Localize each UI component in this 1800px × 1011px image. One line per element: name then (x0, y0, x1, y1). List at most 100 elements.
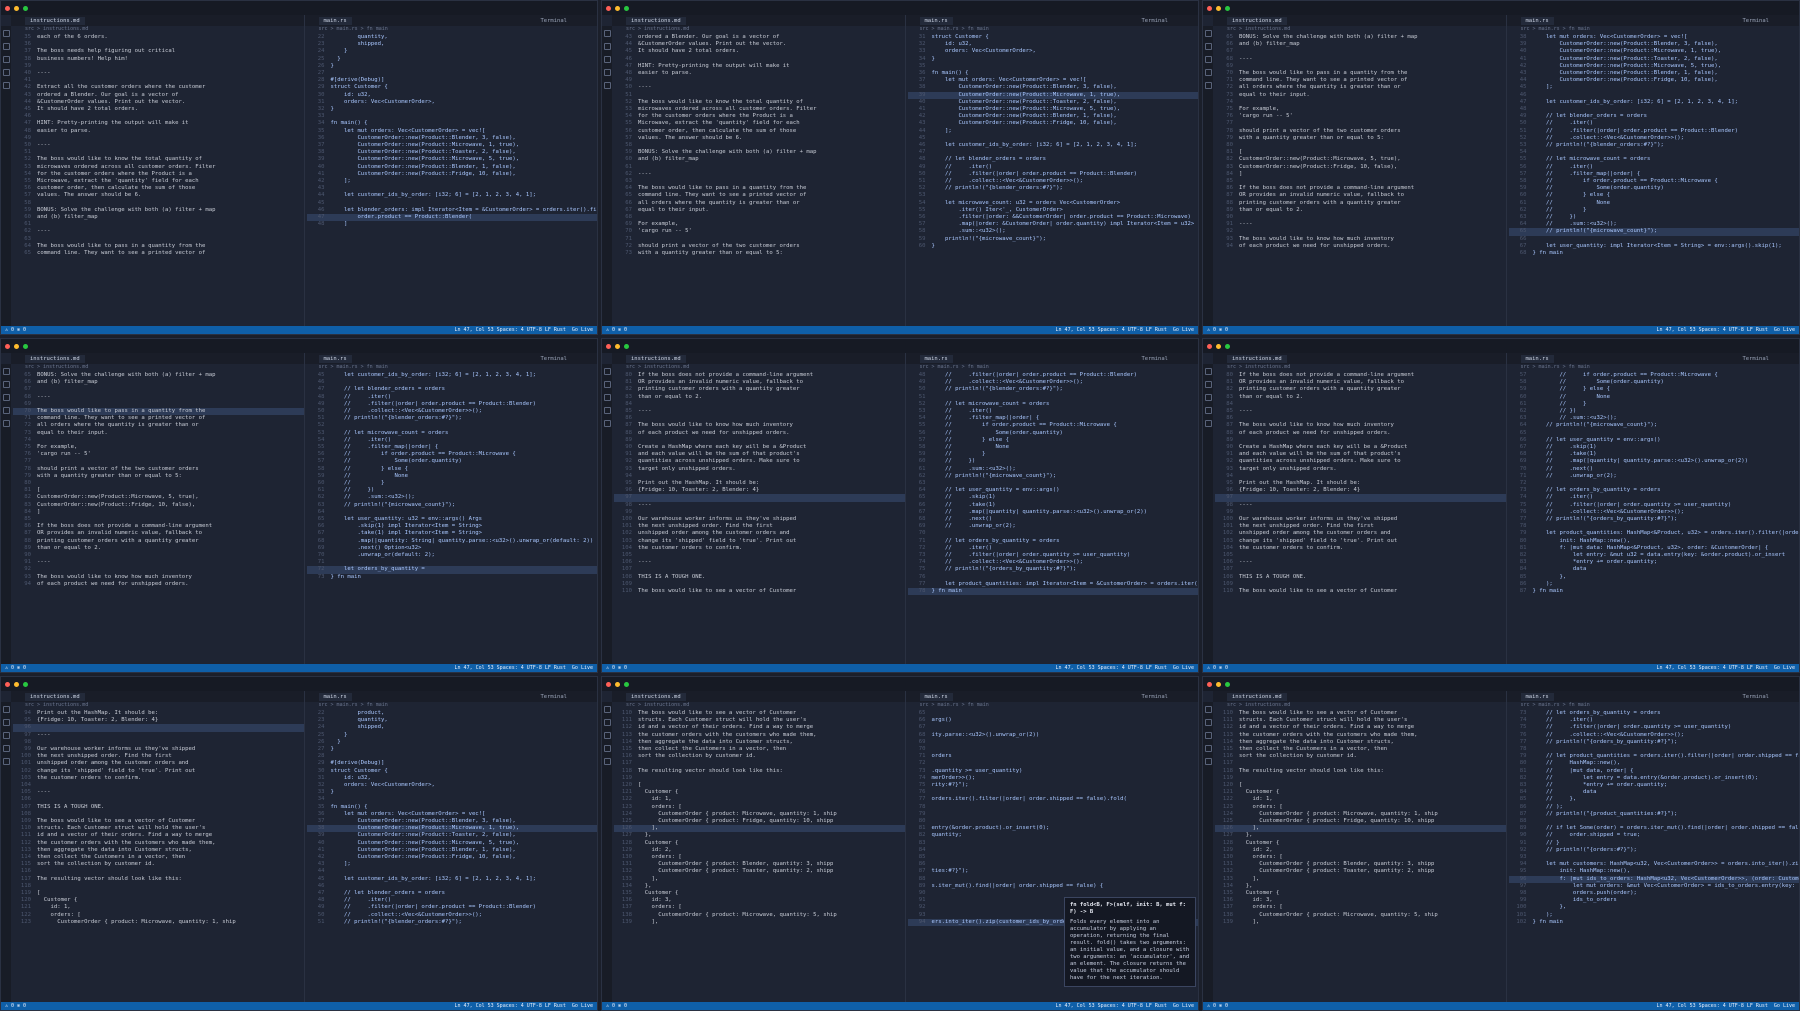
window-close-icon[interactable] (606, 343, 611, 349)
terminal-tab[interactable]: Terminal (1743, 694, 1770, 700)
code-area[interactable]: 48 // .filter(|order| order.product == P… (906, 372, 1198, 664)
debug-icon[interactable] (2, 745, 10, 752)
status-problems[interactable]: ⚠ 0 ⊗ 0 (606, 665, 627, 671)
editor-tab[interactable]: instructions.md (25, 16, 85, 25)
window-minimize-icon[interactable] (615, 5, 620, 11)
window-minimize-icon[interactable] (1216, 343, 1221, 349)
editor-tab[interactable]: instructions.md (626, 692, 686, 701)
window-close-icon[interactable] (606, 681, 611, 687)
extensions-icon[interactable] (2, 758, 10, 765)
search-icon[interactable] (1204, 43, 1212, 50)
editor-tab[interactable]: main.rs (1520, 354, 1554, 363)
editor-tab[interactable]: instructions.md (626, 16, 686, 25)
status-position[interactable]: Ln 47, Col 53 Spaces: 4 UTF-8 LF Rust (455, 327, 566, 333)
status-problems[interactable]: ⚠ 0 ⊗ 0 (5, 1003, 26, 1009)
status-problems[interactable]: ⚠ 0 ⊗ 0 (1207, 665, 1228, 671)
git-icon[interactable] (1204, 732, 1212, 739)
editor-tab[interactable]: main.rs (919, 354, 953, 363)
editor-tab[interactable]: instructions.md (25, 692, 85, 701)
files-icon[interactable] (603, 706, 611, 713)
status-problems[interactable]: ⚠ 0 ⊗ 0 (1207, 327, 1228, 333)
search-icon[interactable] (603, 43, 611, 50)
status-go-live[interactable]: Go Live (1173, 327, 1194, 333)
code-area[interactable]: 80 If the boss does not provide a command… (1213, 372, 1506, 664)
window-minimize-icon[interactable] (14, 343, 19, 349)
search-icon[interactable] (603, 719, 611, 726)
window-close-icon[interactable] (1207, 681, 1212, 687)
window-close-icon[interactable] (606, 5, 611, 11)
code-area[interactable]: 57 // if order.product == Product::Micro… (1507, 372, 1799, 664)
code-area[interactable]: 38 let mut orders: Vec<CustomerOrder> = … (1507, 34, 1799, 326)
editor-tab[interactable]: main.rs (1520, 692, 1554, 701)
code-area[interactable]: 22 product, 23 quantity, 24 shipped, 25 } 26… (305, 710, 597, 1002)
window-maximize-icon[interactable] (1225, 5, 1230, 11)
debug-icon[interactable] (603, 69, 611, 76)
extensions-icon[interactable] (603, 82, 611, 89)
status-problems[interactable]: ⚠ 0 ⊗ 0 (5, 327, 26, 333)
status-position[interactable]: Ln 47, Col 53 Spaces: 4 UTF-8 LF Rust (455, 1003, 566, 1009)
debug-icon[interactable] (1204, 407, 1212, 414)
extensions-icon[interactable] (603, 758, 611, 765)
editor-tab[interactable]: instructions.md (1227, 16, 1287, 25)
files-icon[interactable] (603, 368, 611, 375)
git-icon[interactable] (1204, 394, 1212, 401)
code-area[interactable]: 110 The boss would like to see a vector o… (1213, 710, 1506, 1002)
editor-tab[interactable]: main.rs (318, 354, 352, 363)
debug-icon[interactable] (603, 745, 611, 752)
editor-tab[interactable]: main.rs (1520, 16, 1554, 25)
status-position[interactable]: Ln 47, Col 53 Spaces: 4 UTF-8 LF Rust (1056, 327, 1167, 333)
search-icon[interactable] (2, 381, 10, 388)
git-icon[interactable] (603, 732, 611, 739)
extensions-icon[interactable] (603, 420, 611, 427)
debug-icon[interactable] (603, 407, 611, 414)
status-position[interactable]: Ln 47, Col 53 Spaces: 4 UTF-8 LF Rust (455, 665, 566, 671)
code-area[interactable]: 22 quantity, 23 shipped, 24 } 25 } 26} 27 28 #[… (305, 34, 597, 326)
status-go-live[interactable]: Go Live (572, 1003, 593, 1009)
extensions-icon[interactable] (1204, 420, 1212, 427)
window-close-icon[interactable] (1207, 343, 1212, 349)
files-icon[interactable] (1204, 706, 1212, 713)
window-maximize-icon[interactable] (1225, 343, 1230, 349)
search-icon[interactable] (603, 381, 611, 388)
window-close-icon[interactable] (5, 5, 10, 11)
status-problems[interactable]: ⚠ 0 ⊗ 0 (5, 665, 26, 671)
code-area[interactable]: 31 struct Customer {32 id: u32, 33 orders:… (906, 34, 1198, 326)
code-area[interactable]: 94 Print out the HashMap. It should be: 95… (11, 710, 304, 1002)
files-icon[interactable] (1204, 30, 1212, 37)
status-problems[interactable]: ⚠ 0 ⊗ 0 (606, 327, 627, 333)
window-minimize-icon[interactable] (14, 681, 19, 687)
editor-tab[interactable]: instructions.md (1227, 692, 1287, 701)
git-icon[interactable] (603, 394, 611, 401)
window-maximize-icon[interactable] (1225, 681, 1230, 687)
window-maximize-icon[interactable] (23, 343, 28, 349)
git-icon[interactable] (2, 394, 10, 401)
editor-tab[interactable]: instructions.md (25, 354, 85, 363)
debug-icon[interactable] (2, 407, 10, 414)
status-go-live[interactable]: Go Live (572, 327, 593, 333)
window-minimize-icon[interactable] (1216, 5, 1221, 11)
status-go-live[interactable]: Go Live (572, 665, 593, 671)
window-minimize-icon[interactable] (1216, 681, 1221, 687)
window-minimize-icon[interactable] (14, 5, 19, 11)
code-area[interactable]: 110 The boss would like to see a vector o… (612, 710, 905, 1002)
files-icon[interactable] (603, 30, 611, 37)
files-icon[interactable] (2, 706, 10, 713)
editor-tab[interactable]: main.rs (919, 16, 953, 25)
search-icon[interactable] (1204, 381, 1212, 388)
code-area[interactable]: 80 If the boss does not provide a command… (612, 372, 905, 664)
code-area[interactable]: 73 // let orders_by_quantity = orders 74 … (1507, 710, 1799, 1002)
status-position[interactable]: Ln 47, Col 53 Spaces: 4 UTF-8 LF Rust (1056, 665, 1167, 671)
status-go-live[interactable]: Go Live (1173, 665, 1194, 671)
window-close-icon[interactable] (1207, 5, 1212, 11)
window-maximize-icon[interactable] (23, 681, 28, 687)
search-icon[interactable] (2, 43, 10, 50)
status-position[interactable]: Ln 47, Col 53 Spaces: 4 UTF-8 LF Rust (1657, 665, 1768, 671)
window-maximize-icon[interactable] (624, 343, 629, 349)
code-area[interactable]: 45 let customer_ids_by_order: [i32; 6] =… (305, 372, 597, 664)
extensions-icon[interactable] (1204, 758, 1212, 765)
terminal-tab[interactable]: Terminal (541, 18, 568, 24)
editor-tab[interactable]: main.rs (919, 692, 953, 701)
debug-icon[interactable] (1204, 69, 1212, 76)
window-minimize-icon[interactable] (615, 343, 620, 349)
code-area[interactable]: 43 ordered a Blender. Our goal is a vecto… (612, 34, 905, 326)
